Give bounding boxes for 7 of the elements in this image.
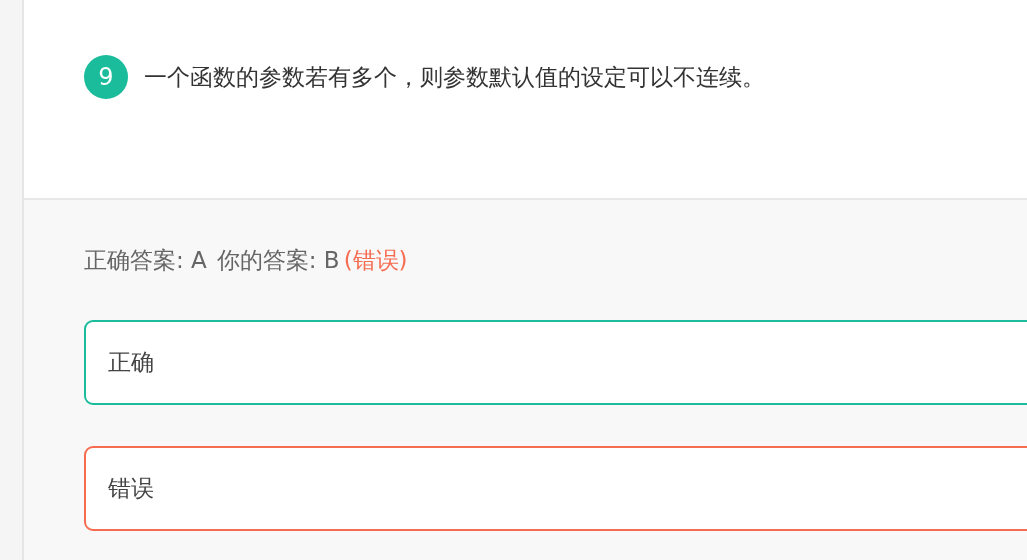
your-answer: 你的答案: B [216,246,340,275]
question-text: 一个函数的参数若有多个，则参数默认值的设定可以不连续。 [144,62,765,92]
answer-verdict: (错误) [343,246,408,275]
question-number: 9 [84,55,128,99]
answer-option[interactable]: 错误 [84,446,1027,531]
correct-answer: 正确答案: A [84,246,207,275]
answer-option[interactable]: 正确 [84,320,1027,405]
